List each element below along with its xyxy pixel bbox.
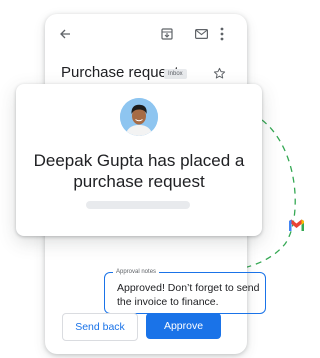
purchase-request-card: Deepak Gupta has placed a purchase reque… <box>16 84 262 236</box>
mail-icon[interactable] <box>195 29 208 39</box>
purchase-request-message: Deepak Gupta has placed a purchase reque… <box>33 151 245 191</box>
inbox-label-chip[interactable]: Inbox <box>164 69 187 79</box>
send-back-button[interactable]: Send back <box>62 313 138 341</box>
avatar <box>120 98 158 136</box>
more-vert-icon[interactable] <box>220 27 224 41</box>
email-subject: Purchase request <box>61 64 179 81</box>
approval-notes-value: Approved! Don’t forget to send the invoi… <box>117 282 260 308</box>
gmail-logo <box>289 219 304 231</box>
arrow-back-icon[interactable] <box>59 28 71 40</box>
archive-icon[interactable] <box>161 28 173 40</box>
approve-button[interactable]: Approve <box>146 313 221 339</box>
approval-notes-field[interactable]: Approval notes Approved! Don’t forget to… <box>104 268 266 314</box>
placeholder-bar <box>86 201 190 209</box>
app-toolbar <box>45 14 247 54</box>
approval-notes-label: Approval notes <box>113 268 160 277</box>
star-outline-icon[interactable] <box>213 67 226 80</box>
